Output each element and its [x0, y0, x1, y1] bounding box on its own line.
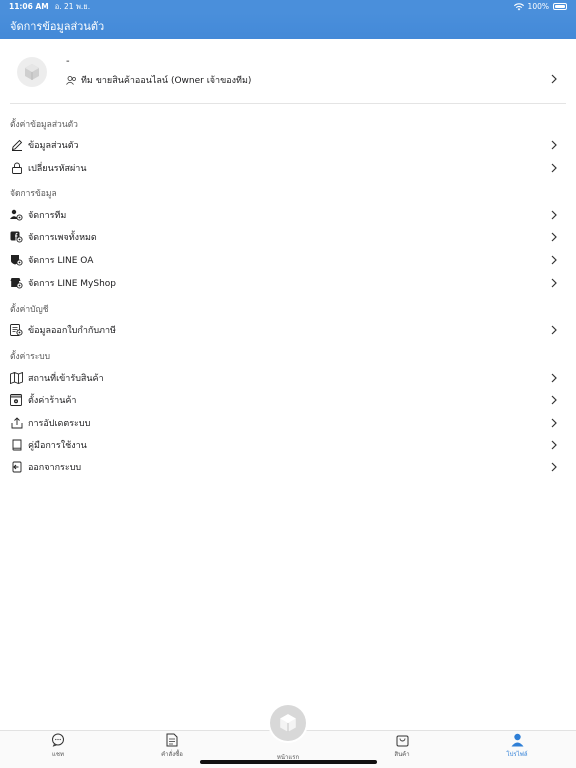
row-system-update[interactable]: การอัปเดตระบบ	[10, 414, 566, 432]
order-icon	[166, 733, 178, 747]
chat-icon	[52, 733, 64, 747]
chevron-right-icon	[550, 461, 558, 473]
lock-icon	[10, 162, 23, 175]
row-tax-invoice[interactable]: ข้อมูลออกใบกำกับภาษี	[10, 321, 566, 339]
tab-chat[interactable]: แชท	[28, 733, 88, 759]
shop-gear-icon	[10, 277, 23, 290]
row-label: จัดการเพจทั้งหมด	[28, 233, 97, 243]
row-label: เปลี่ยนรหัสผ่าน	[28, 164, 87, 174]
row-label: ออกจากระบบ	[28, 463, 82, 473]
row-manage-team[interactable]: จัดการทีม	[10, 206, 566, 224]
team-gear-icon	[10, 209, 23, 222]
row-logout[interactable]: ออกจากระบบ	[10, 458, 566, 476]
facebook-gear-icon	[10, 231, 23, 244]
chevron-right-icon	[550, 394, 558, 406]
status-time: 11:06 AM	[9, 2, 49, 11]
row-label: คู่มือการใช้งาน	[28, 441, 87, 451]
chevron-right-icon	[550, 162, 558, 174]
row-label: ข้อมูลออกใบกำกับภาษี	[28, 326, 116, 336]
row-manage-line-myshop[interactable]: จัดการ LINE MyShop	[10, 274, 566, 292]
home-indicator	[200, 760, 377, 764]
battery-percent: 100%	[527, 2, 549, 11]
row-manage-line-oa[interactable]: จัดการ LINE OA	[10, 251, 566, 269]
avatar	[17, 57, 47, 87]
row-store-settings[interactable]: ตั้งค่าร้านค้า	[10, 391, 566, 409]
bag-icon	[396, 735, 408, 747]
row-change-password[interactable]: เปลี่ยนรหัสผ่าน	[10, 159, 566, 177]
chevron-right-icon	[550, 372, 558, 384]
chevron-right-icon	[550, 324, 558, 336]
section-title-system: ตั้งค่าระบบ	[10, 352, 51, 362]
tab-profile[interactable]: โปรไฟล์	[487, 733, 547, 759]
chevron-right-icon	[550, 209, 558, 221]
profile-card[interactable]: - ทีม ขายสินค้าออนไลน์ (Owner เจ้าของทีม…	[10, 52, 566, 104]
logout-icon	[10, 461, 23, 474]
battery-icon	[553, 3, 567, 10]
status-date: อ. 21 พ.ย.	[54, 1, 91, 11]
row-label: การอัปเดตระบบ	[28, 419, 91, 429]
profile-team-label: ทีม ขายสินค้าออนไลน์ (Owner เจ้าของทีม)	[81, 76, 252, 86]
tab-home[interactable]	[270, 705, 306, 741]
chevron-right-icon	[550, 231, 558, 243]
home-box-icon	[280, 714, 296, 732]
invoice-icon	[10, 324, 23, 337]
nav-bar: จัดการข้อมูลส่วนตัว	[0, 13, 576, 39]
chevron-right-icon	[550, 277, 558, 289]
row-label: ตั้งค่าร้านค้า	[28, 396, 77, 406]
book-icon	[10, 439, 23, 452]
row-label: จัดการ LINE OA	[28, 256, 94, 266]
section-title-data: จัดการข้อมูล	[10, 189, 57, 199]
profile-name: -	[66, 56, 70, 67]
row-manage-pages[interactable]: จัดการเพจทั้งหมด	[10, 228, 566, 246]
page-title: จัดการข้อมูลส่วนตัว	[10, 20, 105, 33]
tab-products[interactable]: สินค้า	[372, 733, 432, 759]
chevron-right-icon	[550, 417, 558, 429]
wifi-icon	[513, 2, 524, 10]
store-gear-icon	[10, 394, 23, 407]
chevron-right-icon	[550, 254, 558, 266]
users-icon	[66, 75, 76, 85]
row-personal-info[interactable]: ข้อมูลส่วนตัว	[10, 136, 566, 154]
row-label: จัดการ LINE MyShop	[28, 279, 116, 289]
row-user-manual[interactable]: คู่มือการใช้งาน	[10, 436, 566, 454]
tab-label: คำสั่งซื้อ	[161, 751, 183, 758]
row-label: ข้อมูลส่วนตัว	[28, 141, 79, 151]
chevron-right-icon	[550, 73, 558, 85]
line-oa-gear-icon	[10, 254, 23, 267]
upload-icon	[10, 417, 23, 430]
chevron-right-icon	[550, 139, 558, 151]
row-pickup-location[interactable]: สถานที่เข้ารับสินค้า	[10, 369, 566, 387]
status-bar: 11:06 AM อ. 21 พ.ย. 100%	[0, 0, 576, 13]
tab-label: โปรไฟล์	[506, 751, 528, 758]
tab-orders[interactable]: คำสั่งซื้อ	[142, 733, 202, 759]
box-logo-icon	[25, 64, 39, 80]
row-label: จัดการทีม	[28, 211, 67, 221]
row-label: สถานที่เข้ารับสินค้า	[28, 374, 104, 384]
section-title-personal: ตั้งค่าข้อมูลส่วนตัว	[10, 120, 78, 130]
tab-label: แชท	[52, 751, 64, 758]
pencil-icon	[10, 139, 23, 152]
chevron-right-icon	[550, 439, 558, 451]
profile-team: ทีม ขายสินค้าออนไลน์ (Owner เจ้าของทีม)	[66, 73, 251, 87]
section-title-account: ตั้งค่าบัญชี	[10, 305, 49, 315]
map-icon	[10, 372, 23, 385]
tab-label: สินค้า	[394, 751, 410, 758]
profile-icon	[511, 733, 523, 747]
